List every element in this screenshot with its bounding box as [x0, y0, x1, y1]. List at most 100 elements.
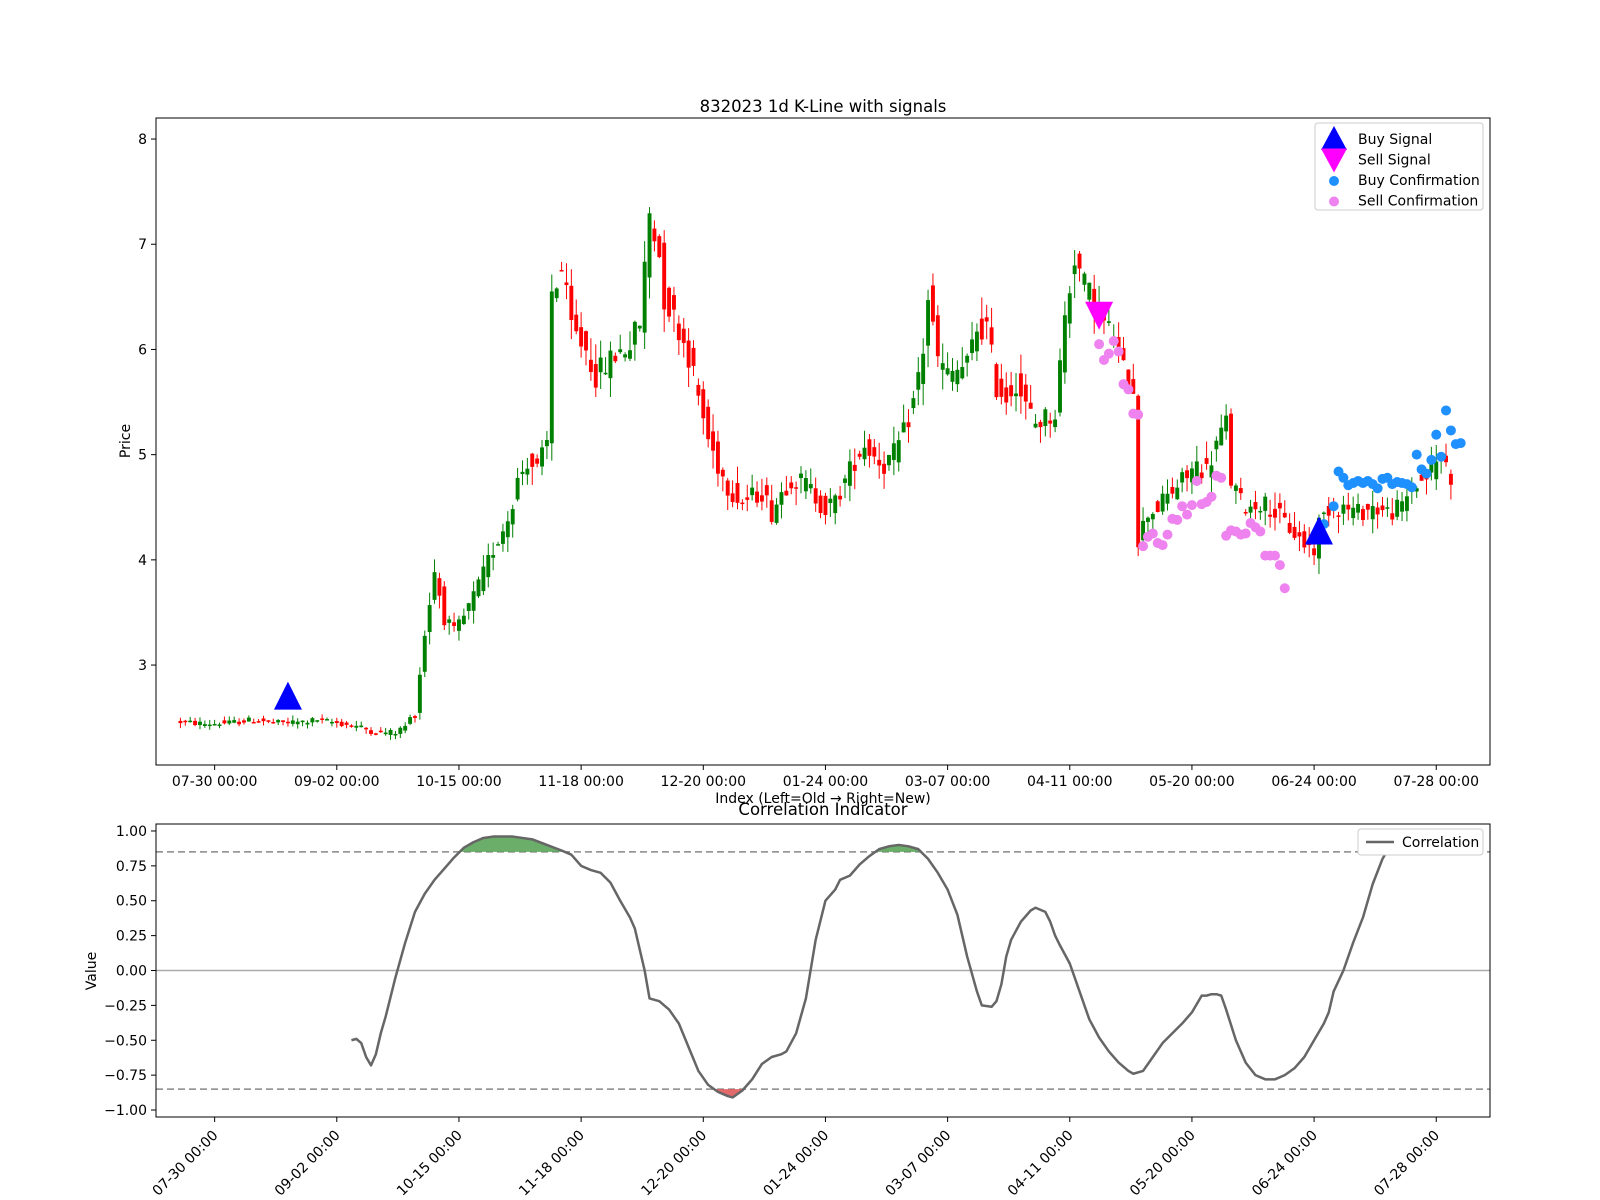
correlation-plot-area: [156, 835, 1490, 1099]
candle-body: [1155, 501, 1160, 513]
candle-body: [828, 498, 833, 504]
buy-confirmation-point: [1426, 454, 1437, 465]
y-tick-label: 6: [138, 342, 147, 358]
correlation-legend: Correlation: [1357, 828, 1484, 856]
candle-body: [525, 468, 530, 475]
candle-body: [227, 720, 232, 724]
candle-body: [1018, 373, 1023, 397]
candle-body: [222, 720, 227, 724]
candle-body: [1062, 315, 1067, 373]
candle-body: [476, 579, 481, 597]
candle-body: [887, 454, 891, 466]
candle-body: [735, 482, 740, 503]
candle-body: [843, 478, 847, 483]
candle-body: [1297, 532, 1302, 537]
candle-body: [408, 717, 413, 724]
candle-body: [285, 721, 290, 724]
candle-body: [1165, 493, 1170, 504]
sell-confirmation-point: [1108, 336, 1119, 347]
candle-body: [261, 718, 266, 722]
candle-body: [1341, 504, 1346, 514]
candle-body: [852, 464, 857, 471]
candle-body: [930, 285, 935, 322]
candle-body: [1282, 512, 1287, 518]
candle-body: [1277, 502, 1282, 509]
candle-body: [569, 285, 574, 321]
sell-confirmation-point: [1094, 339, 1105, 350]
correlation-y-axis: 1.00 0.75 0.50 0.25 0.00 −0.25 −0.50 −0.75 −1.00: [104, 824, 156, 1119]
candle-body: [974, 331, 979, 352]
candle-body: [251, 721, 256, 724]
candle-body: [672, 295, 676, 310]
candle-body: [496, 544, 501, 546]
candle-body: [813, 488, 818, 504]
candle-body: [500, 531, 505, 544]
candle-body: [1258, 510, 1263, 513]
candle-body: [725, 480, 730, 496]
candle-body: [706, 406, 711, 440]
candle-body: [1106, 321, 1111, 323]
x-tick-label: 12-20 00:00: [661, 774, 746, 790]
sell-confirmation-point: [1138, 541, 1149, 552]
candle-body: [755, 491, 759, 503]
candle-body: [701, 389, 706, 419]
candle-body: [471, 591, 476, 611]
candle-body: [1248, 506, 1253, 513]
candle-body: [437, 578, 442, 596]
candle-body: [202, 724, 207, 727]
candle-body: [1360, 509, 1365, 520]
candle-body: [1263, 496, 1268, 511]
candle-body: [1009, 385, 1014, 397]
legend-marker-confirmation: [1329, 196, 1339, 207]
y-tick-label: −0.25: [104, 998, 147, 1014]
kline-x-axis: 07-30 00:00 09-02 00:00 10-15 00:00 11-18 0…: [172, 765, 1479, 790]
candle-body: [847, 461, 852, 486]
candle-body: [466, 603, 471, 611]
sell-confirmation-point: [1113, 346, 1124, 357]
candle-body: [911, 398, 916, 409]
x-tick-label: 06-24 00:00: [1271, 774, 1356, 790]
y-tick-label: 0.00: [116, 964, 147, 980]
candle-body: [535, 458, 540, 464]
candle-body: [334, 721, 339, 723]
candle-body: [872, 447, 877, 457]
correlation-title: Correlation Indicator: [738, 800, 907, 819]
candle-body: [178, 720, 183, 724]
candle-body: [588, 359, 593, 373]
legend-label: Sell Confirmation: [1358, 194, 1478, 210]
sell-confirmation-point: [1177, 501, 1188, 512]
buy-confirmation-point: [1372, 483, 1383, 494]
candle-body: [774, 504, 779, 523]
candle-body: [574, 314, 579, 332]
candle-body: [1404, 496, 1409, 511]
buy-confirmation-point: [1328, 501, 1339, 512]
candle-body: [608, 350, 613, 379]
candle-body: [838, 495, 843, 500]
candle-body: [764, 485, 769, 496]
candle-body: [281, 720, 286, 723]
candle-body: [373, 733, 378, 735]
x-tick-label: 06-24 00:00: [1249, 1128, 1321, 1200]
candle-body: [1185, 470, 1189, 479]
candle-body: [256, 721, 261, 723]
candle-body: [1175, 487, 1180, 500]
buy-signal-marker: [273, 681, 302, 710]
candle-body: [1023, 384, 1028, 402]
candle-body: [481, 566, 486, 592]
candle-body: [823, 495, 828, 516]
candle-body: [1067, 293, 1072, 324]
candle-body: [1448, 473, 1453, 485]
kline-title: 832023 1d K-Line with signals: [700, 97, 947, 116]
legend-label: Sell Signal: [1358, 153, 1431, 169]
buy-confirmation-point: [1436, 451, 1447, 462]
candle-body: [950, 370, 955, 382]
candle-body: [369, 730, 373, 734]
x-tick-label: 03-07 00:00: [883, 1128, 955, 1200]
candle-body: [276, 720, 281, 723]
candle-body: [1004, 387, 1009, 403]
candle-body: [398, 727, 403, 734]
candle-body: [750, 487, 755, 496]
candle-body: [427, 605, 432, 632]
candle-body: [1082, 273, 1087, 285]
candle-body: [965, 355, 970, 363]
